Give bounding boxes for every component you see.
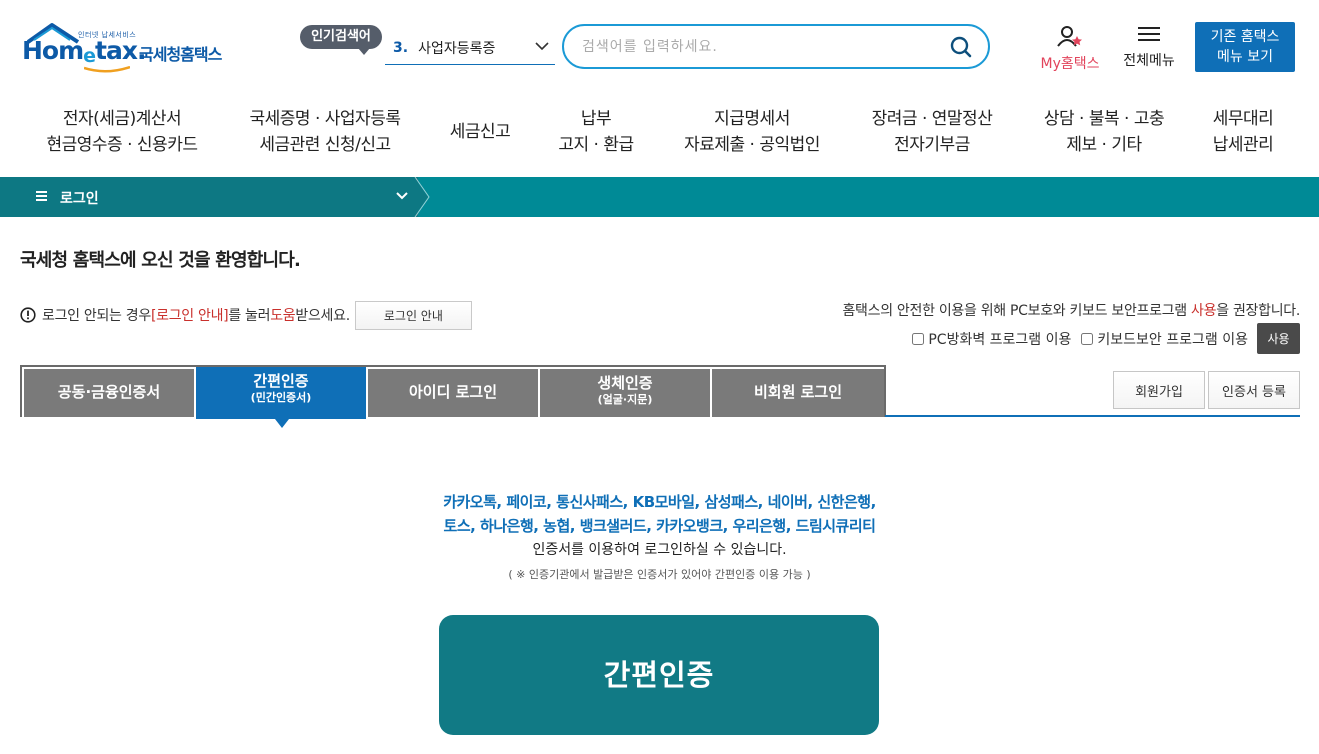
gnb-item-tax-filing[interactable]: 세금신고 [440, 119, 520, 145]
gnb-item-payment[interactable]: 납부 고지 · 환급 [546, 106, 646, 158]
all-menu-label: 전체메뉴 [1123, 53, 1175, 69]
firewall-option[interactable]: PC방화벽 프로그램 이용 [912, 329, 1071, 349]
keyboard-security-option[interactable]: 키보드보안 프로그램 이용 [1081, 329, 1248, 349]
tab-joint-certificate[interactable]: 공동·금융인증서 [24, 369, 194, 417]
gnb-item-incentive-yearend[interactable]: 장려금 · 연말정산 전자기부금 [862, 106, 1002, 158]
my-hometax-label: My홈택스 [1040, 56, 1100, 72]
old-hometax-menu-button[interactable]: 기존 홈택스 메뉴 보기 [1195, 22, 1295, 72]
login-help-row: 로그인 안되는 경우 [로그인 안내] 를 눌러 도움 받으세요. 로그인 안내 [20, 300, 472, 330]
chevron-down-icon [535, 42, 549, 51]
tab-id-login[interactable]: 아이디 로그인 [368, 369, 538, 417]
search-box [562, 24, 990, 69]
gnb-item-consultation[interactable]: 상담 · 불복 · 고충 제보 · 기타 [1034, 106, 1174, 158]
search-icon[interactable] [950, 36, 972, 58]
all-menu-button[interactable]: 전체메뉴 [1116, 25, 1182, 70]
breadcrumb-current: 로그인 [60, 191, 99, 207]
user-star-icon [1057, 26, 1082, 47]
main-navigation: 전자(세금)계산서 현금영수증 · 신용카드 국세증명 · 사업자등록 세금관련… [0, 100, 1319, 176]
breadcrumb-separator [414, 177, 430, 217]
login-tabs: 공동·금융인증서 간편인증 (민간인증서) 아이디 로그인 생체인증 (얼굴·지… [20, 365, 886, 428]
exclamation-circle-icon [20, 307, 36, 323]
popular-keyword-select[interactable]: 3. 사업자등록증 [385, 31, 555, 65]
chevron-down-icon [396, 192, 408, 200]
logo-wordmark: Hometax. [22, 36, 147, 67]
firewall-checkbox[interactable] [912, 332, 925, 345]
my-hometax-link[interactable]: My홈택스 [1033, 25, 1107, 73]
gnb-item-e-invoice[interactable]: 전자(세금)계산서 현금영수증 · 신용카드 [40, 106, 204, 158]
old-hometax-line2: 메뉴 보기 [1217, 49, 1273, 65]
old-hometax-line1: 기존 홈택스 [1210, 29, 1280, 45]
login-guide-link-text: [로그인 안내] [150, 308, 229, 324]
popular-rank: 3. [393, 39, 409, 56]
gnb-item-payment-statement[interactable]: 지급명세서 자료제출 · 공익법인 [674, 106, 830, 158]
easy-auth-note: ( ※ 인증기관에서 발급받은 인증서가 있어야 간편인증 이용 가능 ) [508, 568, 811, 581]
logo-korean-name: 국세청홈택스 [139, 45, 222, 64]
join-button[interactable]: 회원가입 [1113, 371, 1205, 409]
gnb-item-tax-agent[interactable]: 세무대리 납세관리 [1200, 106, 1286, 158]
tab-biometric[interactable]: 생체인증 (얼굴·지문) [540, 369, 710, 417]
popular-keyword: 사업자등록증 [418, 40, 496, 57]
security-options: PC방화벽 프로그램 이용 키보드보안 프로그램 이용 사용 [902, 323, 1300, 354]
security-notice: 홈택스의 안전한 이용을 위해 PC보호와 키보드 보안프로그램 사용을 권장합… [842, 303, 1300, 319]
tab-divider [885, 415, 1300, 417]
easy-auth-button[interactable]: 간편인증 [439, 615, 879, 735]
active-tab-pointer [275, 419, 289, 428]
login-guide-button[interactable]: 로그인 안내 [354, 300, 472, 330]
location-bar: 로그인 [0, 177, 1319, 217]
location-home [0, 177, 20, 217]
hamburger-icon [36, 191, 47, 201]
logo-swoosh [84, 66, 130, 73]
header: 인터넷 납세서비스 Hometax. 국세청홈택스 인기검색어 3. 사업자등록… [0, 0, 1319, 92]
gnb-item-certificate-registration[interactable]: 국세증명 · 사업자등록 세금관련 신청/신고 [240, 106, 410, 158]
popular-keywords-badge: 인기검색어 [300, 25, 382, 55]
breadcrumb[interactable]: 로그인 [20, 177, 418, 217]
search-input[interactable] [582, 35, 942, 59]
keyboard-security-checkbox[interactable] [1081, 332, 1094, 345]
tab-easy-auth[interactable]: 간편인증 (민간인증서) [196, 367, 366, 428]
use-security-button[interactable]: 사용 [1257, 323, 1300, 354]
easy-auth-description: 인증서를 이용하여 로그인하실 수 있습니다. [532, 542, 787, 558]
easy-auth-providers: 카카오톡, 페이코, 통신사패스, KB모바일, 삼성패스, 네이버, 신한은행… [443, 493, 876, 535]
cert-register-button[interactable]: 인증서 등록 [1208, 371, 1300, 409]
hometax-logo[interactable]: 인터넷 납세서비스 Hometax. 국세청홈택스 [22, 22, 237, 76]
tab-guest-login[interactable]: 비회원 로그인 [712, 369, 884, 417]
page-title: 국세청 홈택스에 오신 것을 환영합니다. [20, 250, 301, 271]
hamburger-icon [1138, 27, 1160, 41]
